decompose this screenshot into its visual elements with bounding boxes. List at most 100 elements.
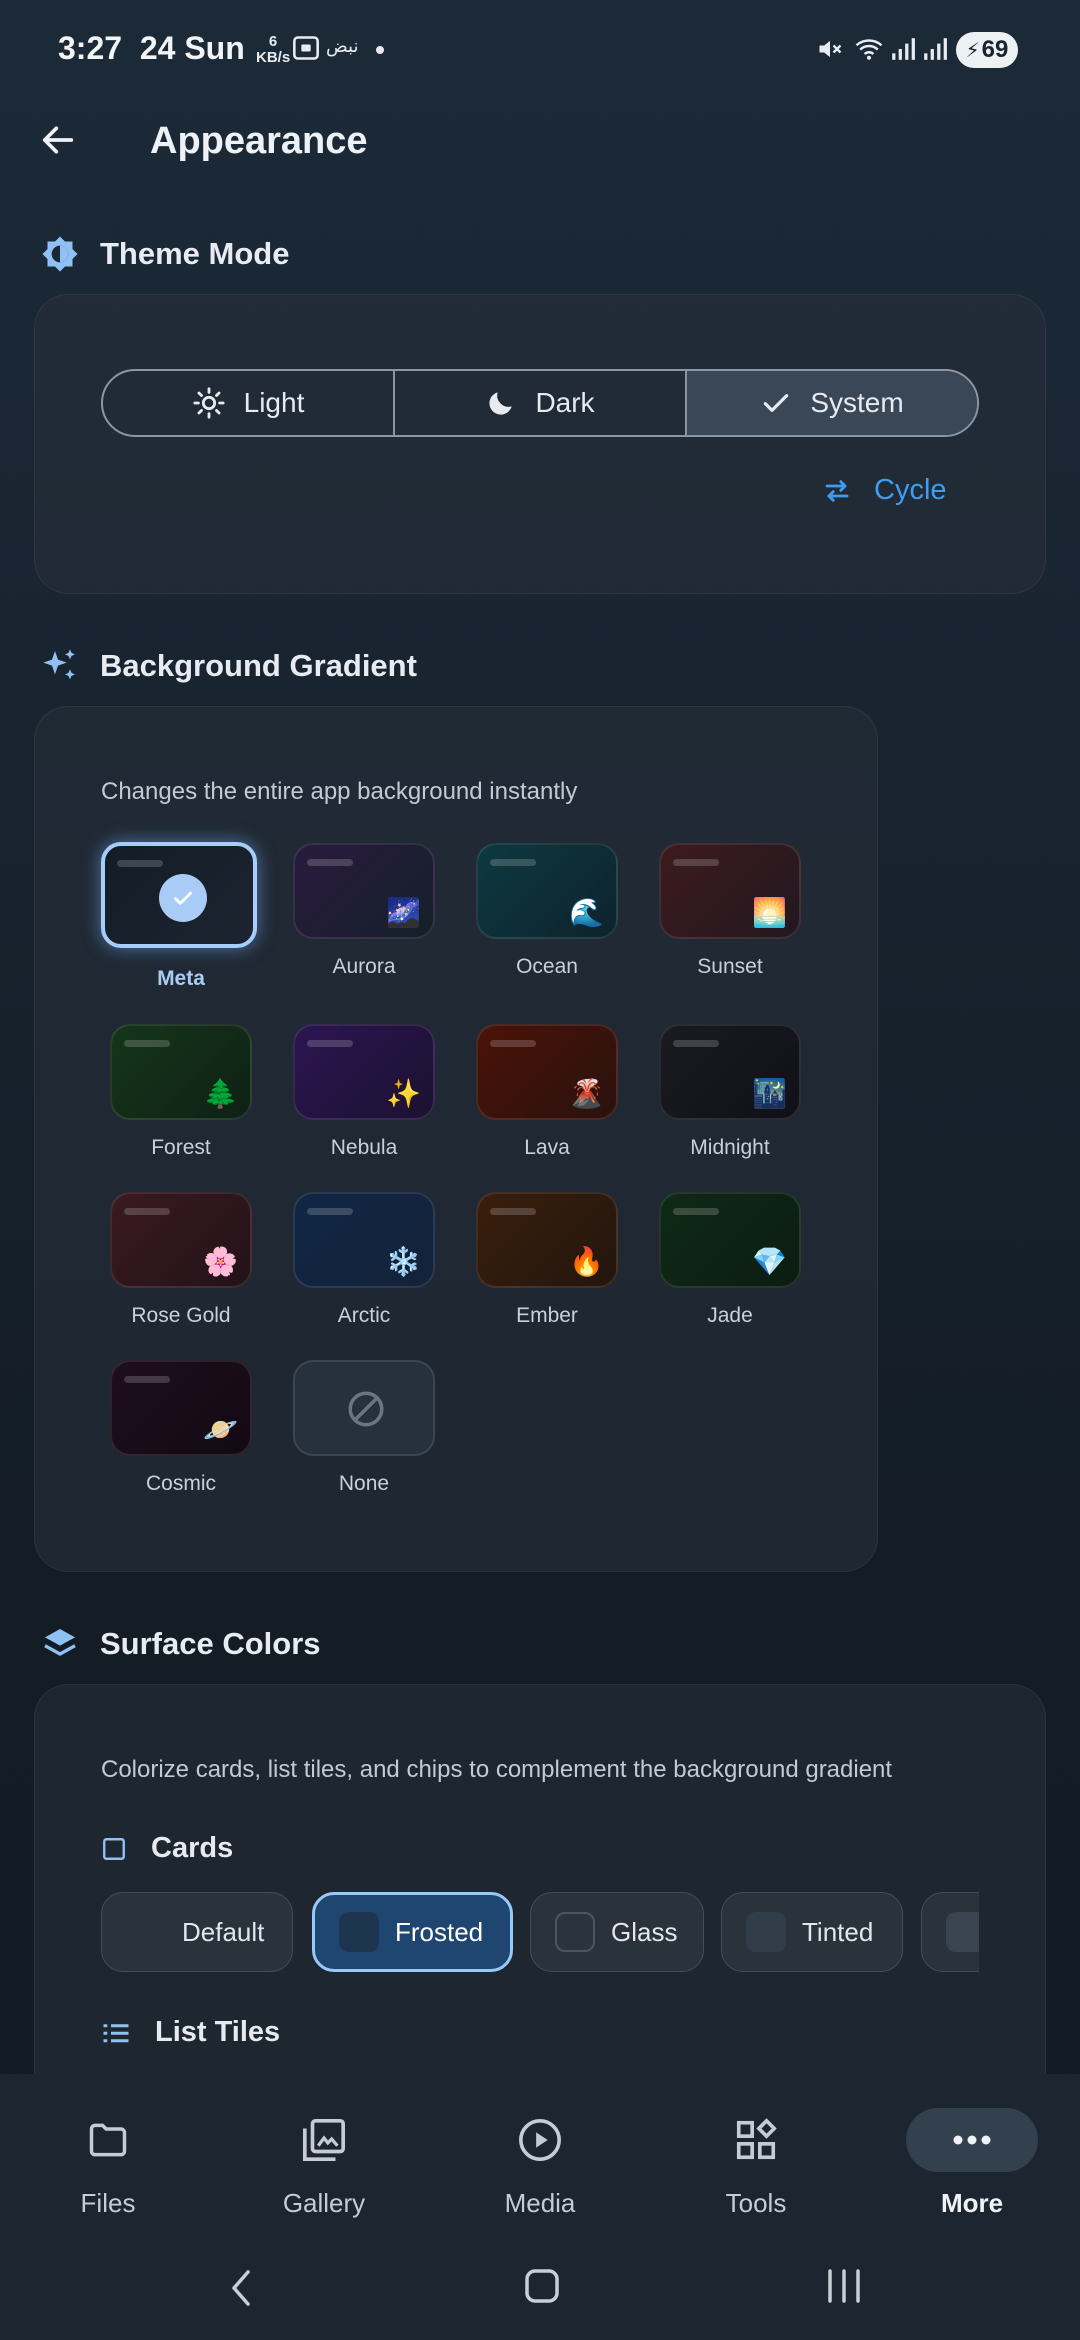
chip-default[interactable]: Default xyxy=(101,1892,293,1972)
section-title: Theme Mode xyxy=(100,236,290,271)
gradient-label: Rose Gold xyxy=(131,1304,231,1327)
chevron-left-icon xyxy=(232,2270,250,2306)
tile-bar xyxy=(490,859,536,866)
notification-dot xyxy=(376,46,384,54)
gradient-tile-ocean[interactable]: 🌊 xyxy=(476,843,618,939)
system-back-button[interactable] xyxy=(226,2268,256,2313)
selected-check-icon xyxy=(159,874,207,922)
tile-emoji-icon: 🌲 xyxy=(203,1078,238,1109)
gradient-label: Forest xyxy=(151,1136,211,1159)
gradient-label: Ocean xyxy=(516,955,578,978)
gradient-subtitle: Changes the entire app background instan… xyxy=(101,778,578,805)
tile-emoji-icon: ✨ xyxy=(386,1078,421,1109)
gradient-tile-sunset[interactable]: 🌅 xyxy=(659,843,801,939)
gallery-icon xyxy=(303,2119,345,2161)
chip-frosted[interactable]: Frosted xyxy=(312,1892,513,1972)
square-icon xyxy=(103,1837,125,1860)
tile-bar xyxy=(307,859,353,866)
play-circle-icon xyxy=(519,2119,561,2161)
card-style-chips: Default Frosted Glass Tinted xyxy=(101,1892,979,1972)
tile-emoji-icon: ❄️ xyxy=(386,1246,421,1277)
gradient-tile-midnight[interactable]: 🌃 xyxy=(659,1024,801,1120)
system-recents-button[interactable] xyxy=(826,2268,862,2309)
swap-horiz-icon xyxy=(825,479,849,502)
gradient-tile-none[interactable] xyxy=(293,1360,435,1456)
signal-roaming-icon xyxy=(922,34,948,69)
tile-bar xyxy=(307,1208,353,1215)
block-icon xyxy=(348,1391,384,1427)
chip-tinted[interactable]: Tinted xyxy=(721,1892,903,1972)
chip-more[interactable] xyxy=(921,1892,979,1972)
page-title: Appearance xyxy=(150,120,368,162)
gradient-label: Nebula xyxy=(330,1136,398,1159)
tile-emoji-icon: 💎 xyxy=(752,1246,787,1277)
color-swatch xyxy=(126,1912,166,1952)
tile-emoji-icon: 🔥 xyxy=(569,1246,604,1277)
gradient-label: Aurora xyxy=(332,955,396,978)
gradient-label: Midnight xyxy=(690,1136,770,1159)
gradient-tile-arctic[interactable]: ❄️ xyxy=(293,1192,435,1288)
tile-emoji-icon: 🌅 xyxy=(752,897,787,928)
color-swatch xyxy=(746,1912,786,1952)
status-text: نبض xyxy=(326,36,359,56)
tile-emoji-icon: 🌊 xyxy=(569,897,604,928)
cycle-button[interactable]: Cycle xyxy=(820,474,947,507)
system-home-button[interactable] xyxy=(524,2268,560,2309)
tile-emoji-icon: 🌸 xyxy=(203,1246,238,1277)
gradient-tile-aurora[interactable]: 🌌 xyxy=(293,843,435,939)
tile-emoji-icon: 🌌 xyxy=(386,897,421,928)
gradient-label: Sunset xyxy=(697,955,763,978)
nav-media[interactable]: Media xyxy=(450,2108,630,2219)
tile-emoji-icon: 🪐 xyxy=(203,1414,238,1445)
gradient-tile-meta[interactable] xyxy=(101,842,257,948)
surface-colors-header: Surface Colors xyxy=(40,1624,321,1664)
chip-glass[interactable]: Glass xyxy=(530,1892,704,1972)
theme-option-dark[interactable]: Dark xyxy=(395,371,687,435)
tile-emoji-icon: 🌃 xyxy=(752,1078,787,1109)
background-gradient-header: Background Gradient xyxy=(40,646,417,686)
list-icon xyxy=(103,2023,129,2042)
gradient-label: Cosmic xyxy=(145,1472,216,1495)
gradient-tile-cosmic[interactable]: 🪐 xyxy=(110,1360,252,1456)
theme-option-system[interactable]: System xyxy=(687,371,977,435)
folder-icon xyxy=(89,2123,127,2157)
back-button[interactable] xyxy=(30,112,86,168)
theme-mode-header: Theme Mode xyxy=(40,234,289,274)
status-bar: 3:27 24 Sun 6 KB/s نبض ⚡ 69 xyxy=(0,0,1080,100)
color-swatch xyxy=(946,1912,979,1952)
arrow-back-icon xyxy=(42,126,74,154)
recents-icon xyxy=(828,2269,860,2303)
gradient-tile-lava[interactable]: 🌋 xyxy=(476,1024,618,1120)
gradient-label: Jade xyxy=(707,1304,753,1327)
network-speed: 6 KB/s xyxy=(256,33,291,66)
tools-icon xyxy=(736,2118,777,2160)
theme-option-light[interactable]: Light xyxy=(103,371,395,435)
gradient-tile-forest[interactable]: 🌲 xyxy=(110,1024,252,1120)
tile-bar xyxy=(117,860,163,867)
tile-bar xyxy=(490,1040,536,1047)
nav-tools[interactable]: Tools xyxy=(666,2108,846,2219)
signal-icon xyxy=(890,34,916,69)
check-icon xyxy=(764,394,789,412)
color-swatch xyxy=(339,1912,379,1952)
nav-gallery[interactable]: Gallery xyxy=(234,2108,414,2219)
tile-bar xyxy=(124,1040,170,1047)
layers-icon xyxy=(44,1629,76,1656)
nav-more[interactable]: More xyxy=(882,2108,1062,2219)
moon-icon xyxy=(489,392,513,415)
tile-bar xyxy=(124,1208,170,1215)
tile-bar xyxy=(673,1208,719,1215)
gradient-label: Arctic xyxy=(337,1304,391,1327)
tile-bar xyxy=(124,1376,170,1383)
gradient-tile-ember[interactable]: 🔥 xyxy=(476,1192,618,1288)
surface-subtitle: Colorize cards, list tiles, and chips to… xyxy=(101,1756,893,1783)
gradient-tile-jade[interactable]: 💎 xyxy=(659,1192,801,1288)
sun-icon xyxy=(193,387,225,419)
nav-files[interactable]: Files xyxy=(18,2108,198,2219)
home-square-icon xyxy=(525,2269,559,2303)
gradient-tile-rose-gold[interactable]: 🌸 xyxy=(110,1192,252,1288)
gradient-tile-nebula[interactable]: ✨ xyxy=(293,1024,435,1120)
tile-bar xyxy=(673,859,719,866)
section-title: Background Gradient xyxy=(100,648,417,683)
tile-bar xyxy=(673,1040,719,1047)
